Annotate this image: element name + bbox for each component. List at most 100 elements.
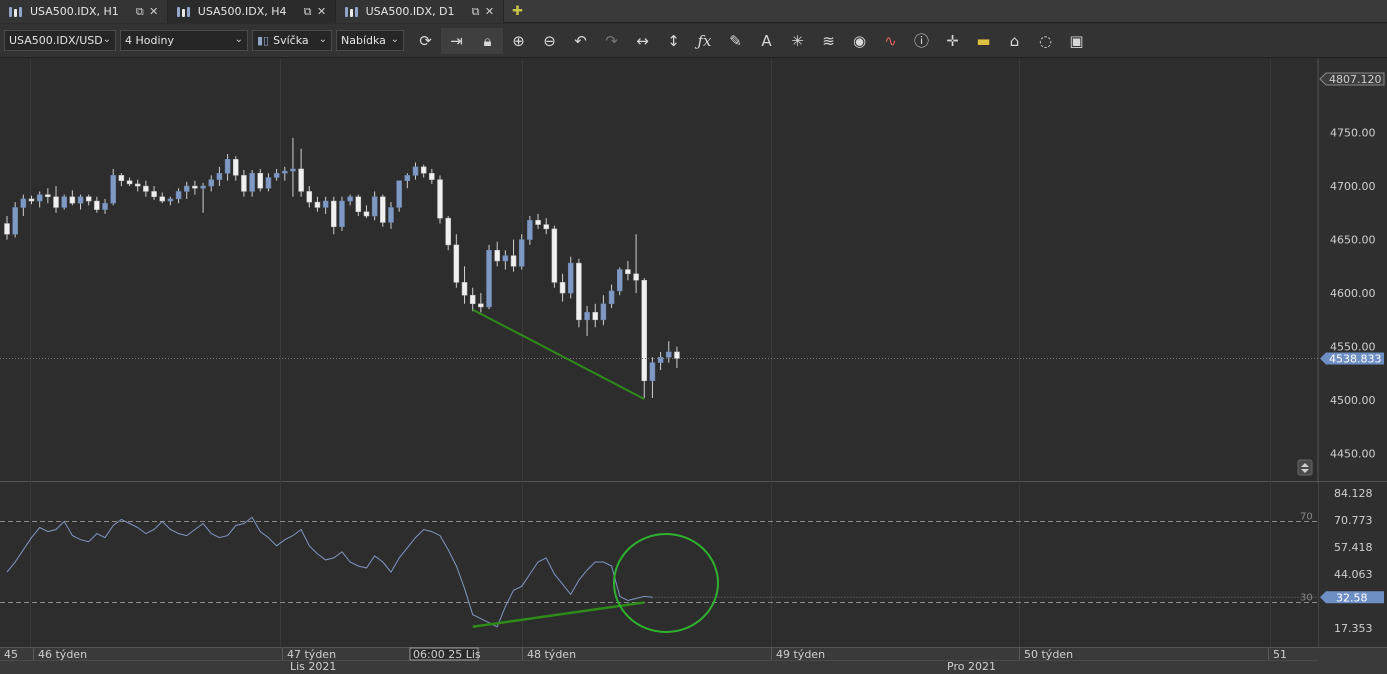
zoom-out-icon[interactable]: ⊖ [534,28,565,54]
popout-icon[interactable]: ⧉ [301,5,315,19]
candle[interactable] [102,202,108,210]
candle[interactable] [527,220,533,240]
candle[interactable] [510,255,517,267]
candle[interactable] [77,196,84,204]
candle[interactable] [666,351,672,358]
lock-icon[interactable]: 🔒︎ [472,27,503,54]
close-icon[interactable]: ✕ [315,5,329,18]
candle[interactable] [429,172,435,180]
candle[interactable] [608,290,615,305]
candle[interactable] [461,282,468,296]
candle[interactable] [69,196,76,204]
info-icon[interactable]: ⓘ [906,28,937,54]
tab-usa500-h4[interactable]: USA500.IDX, H4 ⧉ ✕ [167,0,336,23]
candle[interactable] [576,262,582,321]
candle[interactable] [167,198,174,202]
candle[interactable] [28,198,35,202]
candle[interactable] [36,194,43,202]
candle[interactable] [584,312,590,321]
autoshift-icon[interactable]: ⇥ [441,27,472,54]
fx-icon[interactable]: ƒx [689,28,720,54]
candle[interactable] [437,179,443,219]
crosshair-icon[interactable]: ✛ [937,28,968,54]
popout-icon[interactable]: ⧉ [133,5,147,19]
candle[interactable] [273,172,280,178]
chart-area[interactable]: 4800.004750.004700.004650.004600.004550.… [0,59,1387,674]
paint-icon[interactable]: ⌂ [999,28,1030,54]
candle[interactable] [249,172,255,192]
candle[interactable] [200,185,206,189]
candle[interactable] [420,166,427,174]
candle[interactable] [347,196,353,202]
candle[interactable] [314,201,321,208]
layers-icon[interactable]: ≋ [813,28,844,54]
pencil-icon[interactable]: ✎ [720,28,751,54]
candle[interactable] [12,207,18,235]
candle[interactable] [617,269,623,292]
eye-icon[interactable]: ◉ [844,28,875,54]
candle[interactable] [600,303,607,321]
candle[interactable] [192,185,198,189]
candle[interactable] [183,185,190,192]
candle[interactable] [478,303,484,308]
text-icon[interactable]: A [751,28,782,54]
candle[interactable] [134,183,141,187]
candle[interactable] [175,191,182,200]
close-icon[interactable]: ✕ [483,5,497,18]
candle[interactable] [61,196,67,208]
candle[interactable] [445,217,451,246]
save-icon[interactable]: ▣ [1061,28,1092,54]
candle[interactable] [363,211,370,217]
candle[interactable] [290,168,296,172]
candle[interactable] [380,196,386,223]
candle[interactable] [388,207,394,223]
main-pane[interactable] [0,59,1318,481]
tab-usa500-h1[interactable]: USA500.IDX, H1 ⧉ ✕ [0,0,168,23]
candle[interactable] [151,191,157,198]
candle[interactable] [404,175,411,181]
colors-icon[interactable]: ▬ [968,28,999,54]
candle[interactable] [486,250,492,308]
candle[interactable] [518,239,525,267]
candle[interactable] [396,180,402,208]
price-axis-pane[interactable] [1318,59,1387,674]
star-icon[interactable]: ✳ [782,28,813,54]
candle[interactable] [45,194,51,198]
candle[interactable] [94,200,100,210]
candle[interactable] [339,200,345,227]
offer-side-select[interactable]: Nabídka ⌄ [336,30,404,51]
popout-icon[interactable]: ⧉ [469,5,483,19]
candle[interactable] [233,159,239,176]
candle[interactable] [559,282,566,294]
refresh-icon[interactable]: ⟳ [410,28,441,54]
candle[interactable] [322,200,329,208]
candle[interactable] [641,279,648,382]
candle[interactable] [633,273,639,281]
candle[interactable] [241,175,247,192]
candle[interactable] [469,294,476,305]
candle[interactable] [4,223,10,235]
candle[interactable] [502,255,509,262]
chart-canvas[interactable]: 4800.004750.004700.004650.004600.004550.… [0,59,1387,674]
candle[interactable] [282,170,288,174]
candle[interactable] [371,196,378,217]
candle[interactable] [208,179,214,187]
candle[interactable] [257,172,264,189]
candle[interactable] [224,159,231,174]
circle-icon[interactable]: ◌ [1030,28,1061,54]
candle[interactable] [53,196,59,208]
vertical-arrow-icon[interactable]: ↕ [658,28,689,54]
rsi-pane[interactable] [0,483,1318,647]
candle[interactable] [567,262,574,294]
redo-icon[interactable]: ↷ [596,28,627,54]
candle[interactable] [126,180,133,185]
candle[interactable] [159,196,165,202]
candle[interactable] [265,177,272,189]
candle[interactable] [494,250,500,262]
candle[interactable] [216,172,223,180]
candle[interactable] [551,228,558,283]
candle[interactable] [20,198,27,208]
candle[interactable] [306,191,313,203]
candle[interactable] [110,175,116,204]
candle[interactable] [453,244,460,283]
